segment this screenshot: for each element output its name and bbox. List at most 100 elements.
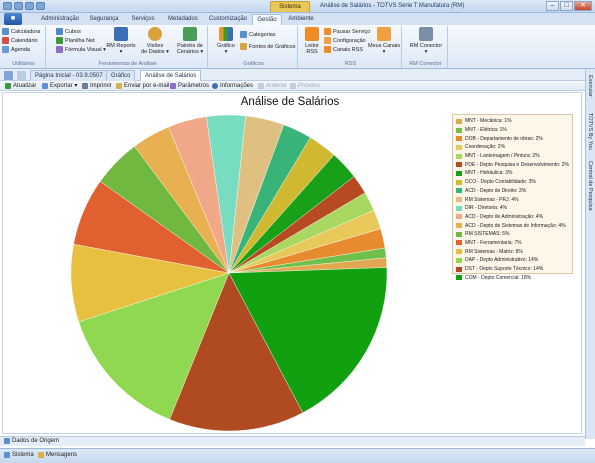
configuracao-button[interactable]: Configuração xyxy=(324,36,370,45)
status-mensagens[interactable]: Mensagens xyxy=(38,451,77,459)
fontes-de-graficos-button[interactable]: Fontes de Gráficos xyxy=(240,42,295,51)
legend-label: MNT - Elétrica: 1% xyxy=(465,127,507,134)
legend-swatch xyxy=(456,136,462,142)
calculadora-button[interactable]: Calculadora xyxy=(2,27,45,36)
save-icon[interactable] xyxy=(14,2,23,10)
arrow-right-icon xyxy=(290,83,296,89)
tab-list-icon[interactable] xyxy=(4,71,13,80)
magnifier-icon xyxy=(148,27,162,41)
sidebar-totvs-by-you[interactable]: TOTVS By You xyxy=(587,113,593,150)
legend-swatch xyxy=(456,223,462,229)
cubos-button[interactable]: Cubos xyxy=(56,27,106,36)
legend-item-15: RM Sistemas - Matriz: 8% xyxy=(456,247,570,256)
informacoes-button[interactable]: Informações xyxy=(212,82,253,90)
legend-label: DCO - Depto Contabilidade: 3% xyxy=(465,179,536,186)
legend-label: RM Sistemas - PRJ: 4% xyxy=(465,196,519,203)
legend-label: MNT - Hidráulica: 3% xyxy=(465,170,513,177)
tab-seguranca[interactable]: Segurança xyxy=(84,14,124,25)
legend-label: DAP - Depto Administrativo: 14% xyxy=(465,257,539,264)
status-sistema[interactable]: Sistema xyxy=(4,451,34,459)
tab-metadados[interactable]: Metadados xyxy=(162,14,204,25)
paineis-de-cenarios-button[interactable]: Painéis de Cenários ▾ xyxy=(174,27,206,55)
arrow-left-icon xyxy=(258,83,264,89)
imprimir-button[interactable]: Imprimir xyxy=(82,82,112,90)
leitor-rss-button[interactable]: Leitor RSS xyxy=(302,27,322,55)
tab-grafico[interactable]: Gráfico xyxy=(106,70,136,81)
group-utilitarios: Calculadora Calendário Agenda Utilitário… xyxy=(2,26,46,68)
calculator-icon xyxy=(2,28,9,35)
application-menu-button[interactable]: ■ xyxy=(4,13,22,25)
window-title: Análise de Salários - TOTVS Série T Manu… xyxy=(320,3,465,9)
exportar-button[interactable]: Exportar ▾ xyxy=(42,82,77,90)
legend-label: DIR - Diretoria: 4% xyxy=(465,205,507,212)
canais-rss-button[interactable]: Canais RSS xyxy=(324,45,370,54)
legend-item-10: DIR - Diretoria: 4% xyxy=(456,204,570,213)
legend-swatch xyxy=(456,153,462,159)
cube-icon xyxy=(56,28,63,35)
connector-icon xyxy=(419,27,433,41)
context-tab-sistema: Sistema xyxy=(270,1,310,12)
enviar-email-button[interactable]: Enviar por e-mail xyxy=(116,82,169,90)
system-icon xyxy=(4,452,10,458)
legend-label: DST - Depto Suporte Técnico: 14% xyxy=(465,266,544,273)
pausar-servico-button[interactable]: Pausar Serviço xyxy=(324,27,370,36)
rm-conector-button[interactable]: RM Conector ▾ xyxy=(406,27,446,55)
data-source-icon xyxy=(240,43,247,50)
app-icon[interactable] xyxy=(3,2,12,10)
tab-servicos[interactable]: Serviços xyxy=(124,14,162,25)
close-tab-icon[interactable] xyxy=(17,71,26,80)
visoes-de-dados-button[interactable]: Visões de Dados ▾ xyxy=(140,27,170,55)
right-sidebar: Executar TOTVS By You Central de Pesquis… xyxy=(585,69,595,439)
legend-item-12: ACD - Depto de Sistemas de Informação: 4… xyxy=(456,221,570,230)
pie-chart xyxy=(70,114,388,432)
formula-icon xyxy=(56,46,63,53)
sidebar-executar[interactable]: Executar xyxy=(587,75,593,97)
sidebar-central-de-pesquisa[interactable]: Central de Pesquisa xyxy=(587,161,593,211)
tab-analise-de-salarios[interactable]: Análise de Salários xyxy=(140,70,202,81)
redo-icon[interactable] xyxy=(36,2,45,10)
close-button[interactable]: ✕ xyxy=(574,1,592,11)
tab-administracao[interactable]: Administração xyxy=(36,14,84,25)
spreadsheet-icon xyxy=(56,37,63,44)
parametros-button[interactable]: Parâmetros xyxy=(170,82,209,90)
rm-reports-button[interactable]: RM Reports ▾ xyxy=(106,27,136,55)
legend-swatch xyxy=(456,162,462,168)
legend-label: MNT - Lanternagem / Pintura: 2% xyxy=(465,153,540,160)
proximo-button[interactable]: Próximo xyxy=(290,82,320,90)
group-rm-conector: RM Conector ▾ RM Conector xyxy=(404,26,448,68)
legend-item-13: RM SISTEMAS: 5% xyxy=(456,230,570,239)
tab-customizacao[interactable]: Customização xyxy=(204,14,252,25)
refresh-icon xyxy=(5,83,11,89)
tab-gestao[interactable]: Gestão xyxy=(252,14,282,25)
undo-icon[interactable] xyxy=(25,2,34,10)
maximize-button[interactable]: □ xyxy=(560,1,573,11)
agenda-button[interactable]: Agenda xyxy=(2,45,45,54)
legend-label: MNT - Mecânica: 1% xyxy=(465,118,512,125)
legend-item-18: COM - Depto Comercial: 18% xyxy=(456,273,570,282)
meus-canais-button[interactable]: Meus Canais ▾ xyxy=(368,27,400,55)
formula-visual-button[interactable]: Fórmula Visual ▾ xyxy=(56,45,106,54)
tab-ambiente[interactable]: Ambiente xyxy=(284,14,318,25)
minimize-button[interactable]: – xyxy=(546,1,559,11)
legend-swatch xyxy=(456,118,462,124)
categorias-button[interactable]: Categorias xyxy=(240,30,295,39)
legend-swatch xyxy=(456,240,462,246)
legend-item-11: ACD - Depto de Administração: 4% xyxy=(456,213,570,222)
legend-swatch xyxy=(456,266,462,272)
quick-access-toolbar xyxy=(3,2,45,10)
dados-de-origem-tab[interactable]: Dados de Origem xyxy=(4,437,59,445)
calendario-button[interactable]: Calendário xyxy=(2,36,45,45)
grafico-button[interactable]: Gráfico ▾ xyxy=(214,27,238,55)
planilha-net-button[interactable]: Planilha Net xyxy=(56,36,106,45)
legend-item-0: MNT - Mecânica: 1% xyxy=(456,117,570,126)
legend-item-7: DCO - Depto Contabilidade: 3% xyxy=(456,178,570,187)
group-caption: RM Conector xyxy=(409,61,442,67)
rss-icon xyxy=(305,27,319,41)
legend-swatch xyxy=(456,214,462,220)
anterior-button[interactable]: Anterior xyxy=(258,82,287,90)
tab-pagina-inicial[interactable]: Página Inicial - 03.9.0507 xyxy=(30,70,108,81)
export-icon xyxy=(42,83,48,89)
legend-item-17: DST - Depto Suporte Técnico: 14% xyxy=(456,265,570,274)
legend-label: COM - Depto Comercial: 18% xyxy=(465,274,532,281)
atualizar-button[interactable]: Atualizar xyxy=(5,82,36,90)
